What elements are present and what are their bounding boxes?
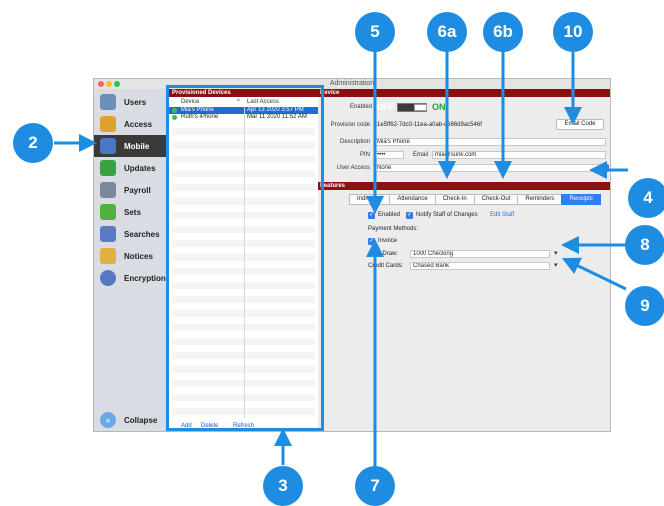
callout-9: 9 [625,286,664,326]
callout-6a: 6a [427,12,467,52]
callout-4: 4 [628,178,664,218]
callout-3: 3 [263,466,303,506]
callout-6b: 6b [483,12,523,52]
callout-2: 2 [13,123,53,163]
callout-5: 5 [355,12,395,52]
callout-8: 8 [625,225,664,265]
annotation-arrows [54,46,628,470]
arrow-9 [561,257,627,291]
callout-10: 10 [553,12,593,52]
callout-7: 7 [355,466,395,506]
